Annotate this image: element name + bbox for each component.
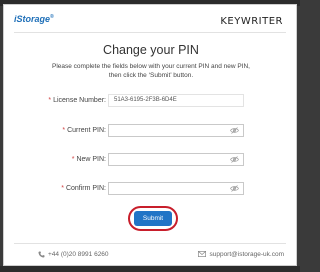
brand-registered-mark: ®: [50, 14, 54, 20]
required-mark: *: [71, 156, 75, 163]
support-email-text[interactable]: support@istorage-uk.com: [209, 251, 284, 258]
license-number-field: 51A3-6195-2F3B-6D4E: [108, 94, 244, 107]
footer-divider: [14, 243, 286, 244]
new-pin-label-text: New PIN:: [76, 156, 106, 163]
support-email[interactable]: support@istorage-uk.com: [198, 251, 284, 258]
required-mark: *: [62, 127, 66, 134]
brand-logo: iStorage®: [14, 14, 54, 24]
new-pin-row: * New PIN:: [4, 153, 298, 167]
brand-name: iStorage: [14, 14, 51, 24]
confirm-pin-label: * Confirm PIN:: [61, 185, 106, 192]
instructions-text: Please complete the fields below with yo…: [24, 62, 278, 80]
license-number-label-text: License Number:: [53, 97, 106, 104]
confirm-pin-input[interactable]: [108, 182, 244, 195]
support-phone-text: +44 (0)20 8991 6260: [48, 251, 109, 259]
submit-button[interactable]: Submit: [134, 211, 172, 226]
phone-icon: [38, 251, 45, 258]
change-pin-window: iStorage® KEYWRITER Change your PIN Plea…: [3, 4, 297, 266]
confirm-pin-label-text: Confirm PIN:: [65, 185, 106, 192]
instructions-line-1: Please complete the fields below with yo…: [52, 63, 250, 70]
envelope-icon: [198, 251, 207, 258]
page-title: Change your PIN: [103, 43, 199, 57]
show-password-icon[interactable]: [230, 156, 239, 163]
current-pin-row: * Current PIN:: [4, 124, 298, 138]
support-phone: +44 (0)20 8991 6260: [38, 251, 109, 258]
instructions-line-2: then click the ‘Submit’ button.: [108, 72, 194, 79]
show-password-icon[interactable]: [230, 185, 239, 192]
license-number-row: * License Number: 51A3-6195-2F3B-6D4E: [4, 94, 298, 108]
background-bottom: [0, 266, 300, 272]
license-number-label: * License Number:: [48, 97, 106, 104]
new-pin-label: * New PIN:: [72, 156, 106, 163]
new-pin-input[interactable]: [108, 153, 244, 166]
required-mark: *: [48, 97, 52, 104]
license-number-value: 51A3-6195-2F3B-6D4E: [114, 97, 177, 103]
confirm-pin-row: * Confirm PIN:: [4, 182, 298, 196]
product-name: KEYWRITER: [220, 16, 283, 27]
header-divider: [14, 32, 286, 33]
current-pin-input[interactable]: [108, 124, 244, 137]
current-pin-label-text: Current PIN:: [67, 127, 106, 134]
required-mark: *: [61, 185, 64, 192]
show-password-icon[interactable]: [230, 127, 239, 134]
current-pin-label: * Current PIN:: [62, 127, 106, 134]
